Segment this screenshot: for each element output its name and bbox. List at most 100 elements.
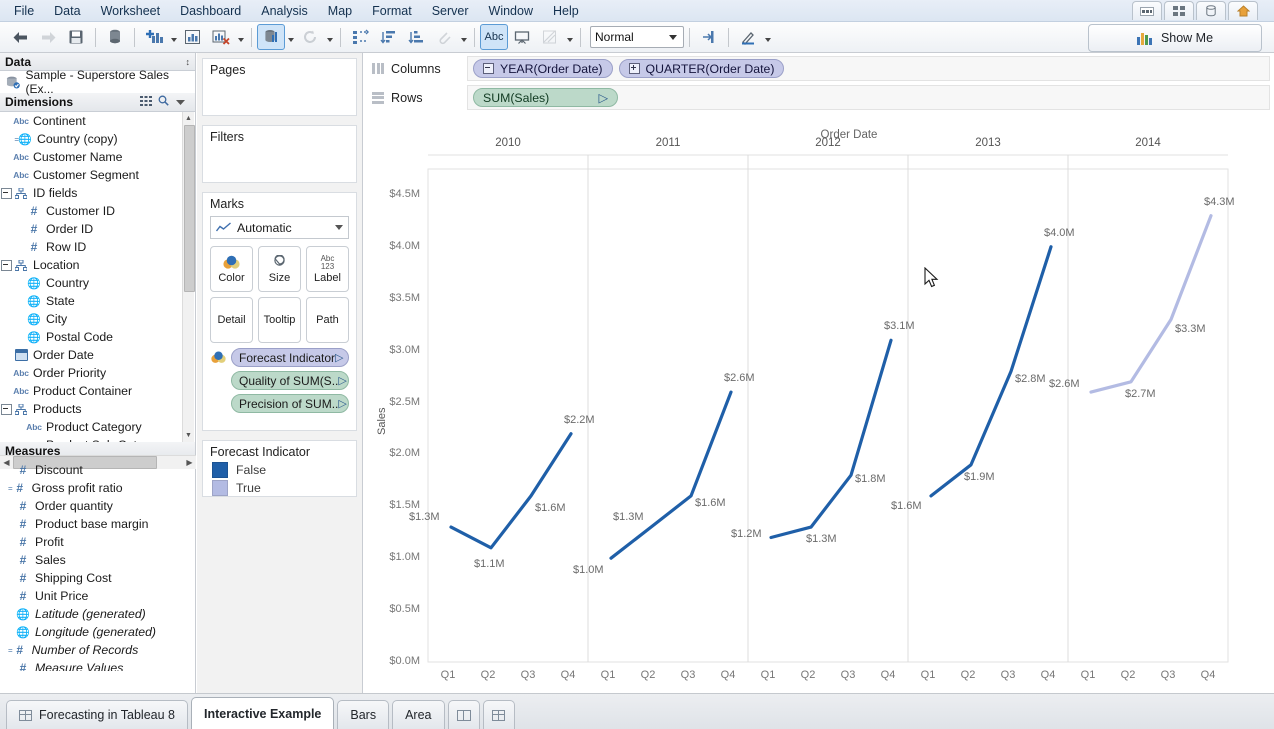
- x-axis-tick-label[interactable]: Q1: [1068, 669, 1108, 681]
- visualization-canvas[interactable]: Order Date Sales $4.5M$4.0M$3.5M$3.0M$2.…: [364, 115, 1274, 693]
- panel-header-2014[interactable]: 2014: [1068, 137, 1228, 156]
- menu-item-file[interactable]: File: [4, 2, 44, 20]
- x-axis-tick-label[interactable]: Q3: [828, 669, 868, 681]
- panel-header-2010[interactable]: 2010: [428, 137, 588, 156]
- columns-pill-year[interactable]: YEAR(Order Date): [473, 59, 613, 78]
- measure-field-latitude-generated-[interactable]: 🌐Latitude (generated): [0, 605, 195, 623]
- menu-item-analysis[interactable]: Analysis: [251, 2, 318, 20]
- panel-header-2012[interactable]: 2012: [748, 137, 908, 156]
- sort-descending-button[interactable]: [402, 24, 430, 50]
- mark-type-select[interactable]: Automatic: [210, 216, 349, 239]
- x-axis-tick-label[interactable]: Q3: [668, 669, 708, 681]
- tab-interactive-example[interactable]: Interactive Example: [191, 697, 334, 729]
- columns-pill-quarter[interactable]: QUARTER(Order Date): [619, 59, 785, 78]
- x-axis-tick-label[interactable]: Q2: [468, 669, 508, 681]
- new-dashboard-button[interactable]: [448, 700, 480, 729]
- collapse-icon[interactable]: ↕: [186, 57, 191, 67]
- collapse-toggle[interactable]: [0, 188, 13, 199]
- show-me-button[interactable]: Show Me: [1088, 24, 1262, 52]
- show-mark-labels-button[interactable]: Abc: [480, 24, 508, 50]
- swap-rows-columns-button[interactable]: [346, 24, 374, 50]
- new-worksheet-dropdown[interactable]: [168, 25, 179, 49]
- dimensions-menu-icon[interactable]: [176, 95, 185, 109]
- duplicate-sheet-button[interactable]: [179, 24, 207, 50]
- mark-pill-forecast-indicator[interactable]: Forecast Indicator ▷: [231, 348, 349, 367]
- measure-field-profit[interactable]: #Profit: [0, 533, 195, 551]
- menu-item-data[interactable]: Data: [44, 2, 90, 20]
- marks-size-button[interactable]: Size: [258, 246, 301, 292]
- measure-field-order-quantity[interactable]: #Order quantity: [0, 497, 195, 515]
- measure-field-number-of-records[interactable]: =#Number of Records: [0, 641, 195, 659]
- x-axis-tick-label[interactable]: Q1: [588, 669, 628, 681]
- pill-dropdown-icon[interactable]: ▷: [338, 374, 346, 387]
- refresh-datasource-dropdown[interactable]: [285, 25, 296, 49]
- dimension-field-product-container[interactable]: AbcProduct Container: [0, 382, 195, 400]
- search-icon[interactable]: [158, 95, 169, 109]
- measure-field-measure-values[interactable]: #Measure Values: [0, 659, 195, 671]
- menu-item-server[interactable]: Server: [422, 2, 479, 20]
- x-axis-tick-label[interactable]: Q2: [948, 669, 988, 681]
- measure-field-discount[interactable]: #Discount: [0, 461, 195, 479]
- filters-card[interactable]: Filters: [202, 125, 357, 183]
- menu-item-map[interactable]: Map: [318, 2, 362, 20]
- connect-data-button[interactable]: [101, 24, 129, 50]
- menu-item-help[interactable]: Help: [543, 2, 589, 20]
- undo-redo-dropdown[interactable]: [324, 25, 335, 49]
- group-members-button[interactable]: [430, 24, 458, 50]
- measure-field-sales[interactable]: #Sales: [0, 551, 195, 569]
- save-button[interactable]: [62, 24, 90, 50]
- tab-data-source-icon[interactable]: [1196, 1, 1226, 20]
- measures-list[interactable]: #Discount=#Gross profit ratio#Order quan…: [0, 461, 195, 671]
- highlight-button[interactable]: [536, 24, 564, 50]
- clear-sheet-button[interactable]: [207, 24, 235, 50]
- x-axis-tick-label[interactable]: Q4: [868, 669, 908, 681]
- tab-bars[interactable]: Bars: [337, 700, 389, 729]
- dimension-field-product-sub-categor[interactable]: AbcProduct Sub-Categor: [0, 436, 195, 442]
- tab-forecasting-in-tableau-8[interactable]: Forecasting in Tableau 8: [6, 700, 188, 729]
- dimension-field-country-copy-[interactable]: =🌐Country (copy): [0, 130, 195, 148]
- dimension-field-product-category[interactable]: AbcProduct Category: [0, 418, 195, 436]
- marks-tooltip-button[interactable]: Tooltip: [258, 297, 301, 343]
- x-axis-tick-label[interactable]: Q2: [628, 669, 668, 681]
- mark-pill-precision[interactable]: Precision of SUM.. ▷: [231, 394, 349, 413]
- x-axis-tick-label[interactable]: Q1: [748, 669, 788, 681]
- pill-dropdown-icon[interactable]: ▷: [599, 91, 608, 105]
- presentation-mode-button[interactable]: [508, 24, 536, 50]
- x-axis-tick-label[interactable]: Q4: [1028, 669, 1068, 681]
- fit-select[interactable]: Normal: [590, 26, 684, 48]
- forward-button[interactable]: [34, 24, 62, 50]
- sort-ascending-button[interactable]: [374, 24, 402, 50]
- dimension-field-products[interactable]: Products: [0, 400, 195, 418]
- panel-header-2011[interactable]: 2011: [588, 137, 748, 156]
- measure-field-product-base-margin[interactable]: #Product base margin: [0, 515, 195, 533]
- dimension-field-postal-code[interactable]: 🌐Postal Code: [0, 328, 195, 346]
- measure-field-longitude-generated-[interactable]: 🌐Longitude (generated): [0, 623, 195, 641]
- dimension-field-row-id[interactable]: #Row ID: [0, 238, 195, 256]
- back-button[interactable]: [6, 24, 34, 50]
- dimensions-list[interactable]: ▲ ▼ AbcContinent=🌐Country (copy)AbcCusto…: [0, 112, 195, 442]
- collapse-toggle[interactable]: [0, 404, 13, 415]
- group-members-dropdown[interactable]: [458, 25, 469, 49]
- dimension-field-order-date[interactable]: Order Date: [0, 346, 195, 364]
- dimension-field-customer-name[interactable]: AbcCustomer Name: [0, 148, 195, 166]
- fix-axes-button[interactable]: [695, 24, 723, 50]
- tab-home-icon[interactable]: [1228, 1, 1258, 20]
- x-axis-tick-label[interactable]: Q1: [428, 669, 468, 681]
- dimension-field-order-priority[interactable]: AbcOrder Priority: [0, 364, 195, 382]
- dimension-field-continent[interactable]: AbcContinent: [0, 112, 195, 130]
- collapse-toggle[interactable]: [0, 260, 13, 271]
- format-button[interactable]: [734, 24, 762, 50]
- clear-sheet-dropdown[interactable]: [235, 25, 246, 49]
- new-worksheet-button[interactable]: [483, 700, 515, 729]
- expand-plus-icon[interactable]: [629, 63, 640, 74]
- legend-item-true[interactable]: True: [203, 479, 356, 497]
- scroll-up-icon[interactable]: ▲: [184, 113, 193, 124]
- undo-redo-refresh-button[interactable]: [296, 24, 324, 50]
- x-axis-tick-label[interactable]: Q1: [908, 669, 948, 681]
- marks-label-button[interactable]: Abc123 Label: [306, 246, 349, 292]
- pill-dropdown-icon[interactable]: ▷: [335, 351, 343, 364]
- rows-pill-sum-sales[interactable]: SUM(Sales) ▷: [473, 88, 618, 107]
- x-axis-tick-label[interactable]: Q2: [788, 669, 828, 681]
- panel-header-2013[interactable]: 2013: [908, 137, 1068, 156]
- x-axis-tick-label[interactable]: Q3: [508, 669, 548, 681]
